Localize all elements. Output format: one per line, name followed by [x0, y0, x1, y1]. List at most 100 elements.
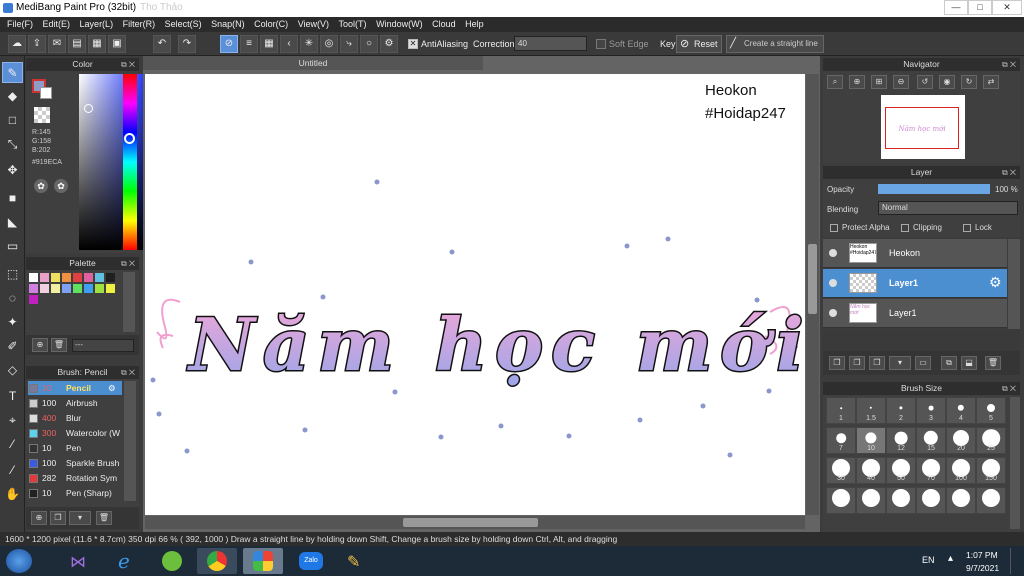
- brush-size-cell[interactable]: [916, 487, 946, 514]
- brush-size-cell[interactable]: 100: [946, 457, 976, 484]
- materials-icon[interactable]: ▣: [108, 35, 126, 53]
- coccoc-icon[interactable]: [152, 548, 192, 574]
- brush-size-cell[interactable]: [856, 487, 886, 514]
- palette-swatch[interactable]: [106, 284, 115, 293]
- text-tool-icon[interactable]: T: [2, 386, 23, 407]
- start-button-icon[interactable]: [6, 549, 32, 573]
- navigator-thumbnail[interactable]: Năm học mới: [881, 95, 965, 159]
- upload-icon[interactable]: ⇪: [28, 35, 46, 53]
- layer-row[interactable]: Năm học mới Layer1: [823, 299, 1007, 328]
- palette-swatch[interactable]: [29, 273, 38, 282]
- line-tool-icon[interactable]: ⤡: [2, 134, 23, 155]
- canvas-horizontal-scrollbar[interactable]: [145, 516, 805, 529]
- snap-settings-icon[interactable]: ⚙: [380, 35, 398, 53]
- brush-item[interactable]: 400 Blur: [28, 411, 122, 425]
- brush-size-cell[interactable]: 10: [856, 427, 886, 454]
- visibility-icon[interactable]: [829, 249, 837, 257]
- menu-select[interactable]: Select(S): [165, 17, 202, 32]
- brush-size-cell[interactable]: 7: [826, 427, 856, 454]
- folder-icon[interactable]: ▭: [915, 356, 931, 370]
- brush-menu-icon[interactable]: ▾: [69, 511, 91, 525]
- antialiasing-checkbox[interactable]: ✕: [408, 39, 418, 49]
- snap-off-icon[interactable]: ⊘: [220, 35, 238, 53]
- panel-popout-icon[interactable]: ⧉ ✕: [1002, 166, 1016, 179]
- zoom-out-icon[interactable]: ⊖: [893, 75, 909, 89]
- copy-brush-icon[interactable]: ❐: [50, 511, 66, 525]
- flip-horizontal-icon[interactable]: ⇄: [983, 75, 999, 89]
- show-desktop-button[interactable]: [1010, 548, 1022, 574]
- menu-help[interactable]: Help: [465, 17, 484, 32]
- eraser-tool-icon[interactable]: ◆: [2, 86, 23, 107]
- zalo-icon[interactable]: Zalo: [290, 548, 330, 574]
- undo-icon[interactable]: ↶: [153, 35, 171, 53]
- brush-size-cell[interactable]: 2: [886, 397, 916, 424]
- rotate-right-icon[interactable]: ↻: [961, 75, 977, 89]
- layer-row-selected[interactable]: Layer1 ⚙: [823, 269, 1007, 298]
- straight-line-button[interactable]: ╱ Create a straight line: [726, 35, 824, 53]
- brush-item[interactable]: 10 Pen: [28, 441, 122, 455]
- hand-tool-icon[interactable]: ✋: [2, 484, 23, 505]
- minimize-button[interactable]: —: [944, 0, 968, 15]
- layer-menu-icon[interactable]: ▾: [889, 356, 911, 370]
- rotate-left-icon[interactable]: ↺: [917, 75, 933, 89]
- brush-size-cell[interactable]: [946, 487, 976, 514]
- palette-swatch[interactable]: [62, 273, 71, 282]
- palette-swatch[interactable]: [84, 284, 93, 293]
- select-eraser-icon[interactable]: ◇: [2, 360, 23, 381]
- soft-edge-checkbox[interactable]: [596, 39, 606, 49]
- layer-settings-gear-icon[interactable]: ⚙: [989, 274, 1002, 291]
- hue-slider[interactable]: [123, 74, 137, 250]
- redo-icon[interactable]: ↷: [178, 35, 196, 53]
- brush-item[interactable]: 10 Pen (Sharp): [28, 486, 122, 500]
- brush-size-cell[interactable]: 30: [826, 457, 856, 484]
- brush-size-cell[interactable]: 50: [886, 457, 916, 484]
- brush-settings-gear-icon[interactable]: ⚙: [108, 381, 116, 395]
- menu-window[interactable]: Window(W): [376, 17, 423, 32]
- menu-cloud[interactable]: Cloud: [432, 17, 456, 32]
- circle-snap-icon[interactable]: ◎: [320, 35, 338, 53]
- clipping-checkbox[interactable]: [901, 224, 909, 232]
- menu-color[interactable]: Color(C): [254, 17, 288, 32]
- palette-scrollbar[interactable]: [123, 272, 135, 332]
- opacity-slider[interactable]: [878, 184, 990, 194]
- delete-palette-icon[interactable]: 🗑: [51, 338, 67, 352]
- language-indicator[interactable]: EN: [922, 555, 935, 565]
- operation-tool-icon[interactable]: ⌖: [2, 410, 23, 431]
- visual-studio-icon[interactable]: ⋈: [58, 548, 98, 574]
- brush-size-cell[interactable]: 3: [916, 397, 946, 424]
- panel-popout-icon[interactable]: ⧉ ✕: [121, 58, 135, 71]
- zoom-in-icon[interactable]: ⊕: [849, 75, 865, 89]
- menu-file[interactable]: File(F): [7, 17, 33, 32]
- brush-size-cell[interactable]: 25: [976, 427, 1006, 454]
- new-layer-icon[interactable]: ❐: [829, 356, 845, 370]
- document-tab[interactable]: Untitled: [143, 56, 483, 70]
- brush-size-scrollbar[interactable]: [1010, 397, 1020, 529]
- delete-layer-icon[interactable]: 🗑: [985, 356, 1001, 370]
- perspective-snap-icon[interactable]: ‹: [280, 35, 298, 53]
- medibang-taskbar-icon[interactable]: [243, 548, 283, 574]
- palette-swatch[interactable]: [95, 273, 104, 282]
- grid-snap-icon[interactable]: ▦: [260, 35, 278, 53]
- brush-size-cell[interactable]: [976, 487, 1006, 514]
- comment-icon[interactable]: ▤: [68, 35, 86, 53]
- shape-tool-icon[interactable]: □: [2, 110, 23, 131]
- brush-item[interactable]: 10 Pencil ⚙: [28, 381, 122, 395]
- move-tool-icon[interactable]: ✥: [2, 160, 23, 181]
- new-8bit-layer-icon[interactable]: ❐: [869, 356, 885, 370]
- brush-size-cell[interactable]: 1.5: [856, 397, 886, 424]
- brush-scrollbar[interactable]: [124, 381, 136, 501]
- palette-swatch[interactable]: [40, 273, 49, 282]
- cloud-icon[interactable]: ☁: [8, 35, 26, 53]
- ellipse-snap-icon[interactable]: ○: [360, 35, 378, 53]
- brush-size-cell[interactable]: [886, 487, 916, 514]
- clock-time[interactable]: 1:07 PM: [966, 550, 998, 560]
- clock-date[interactable]: 9/7/2021: [966, 563, 999, 573]
- visibility-icon[interactable]: [829, 309, 837, 317]
- palette-swatch[interactable]: [40, 284, 49, 293]
- curve-snap-icon[interactable]: ⤷: [340, 35, 358, 53]
- select-pen-icon[interactable]: ✐: [2, 336, 23, 357]
- background-color-swatch[interactable]: [40, 87, 52, 99]
- color-wheel-icon[interactable]: ✿: [34, 179, 48, 193]
- menu-view[interactable]: View(V): [298, 17, 329, 32]
- layer-row[interactable]: Heokon #Hoidap247 Heokon: [823, 239, 1007, 268]
